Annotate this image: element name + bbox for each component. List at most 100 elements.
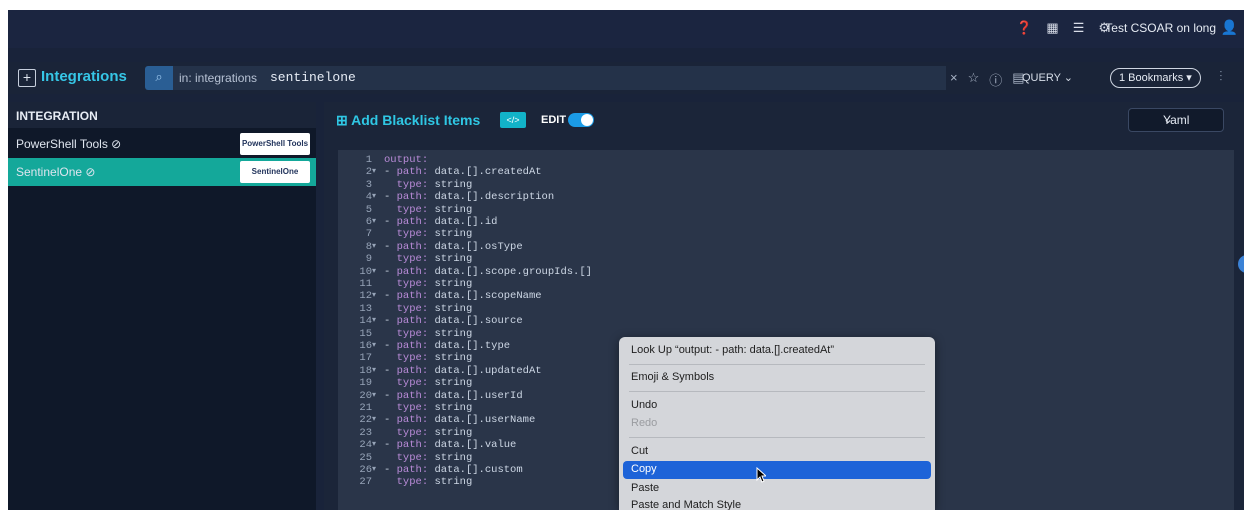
list-dash: - (384, 389, 397, 402)
line-number: 1 (365, 154, 372, 166)
sidebar-item-label: PowerShell Tools ⊘ (16, 137, 122, 151)
edit-toggle[interactable] (568, 113, 594, 127)
fold-arrow-icon[interactable]: ▾ (372, 290, 376, 302)
yaml-colon: : (421, 426, 435, 439)
fold-arrow-icon[interactable]: ▾ (372, 365, 376, 377)
yaml-key: type (396, 278, 422, 290)
list-dash: - (384, 290, 397, 303)
fold-arrow-icon[interactable]: ▾ (372, 166, 376, 178)
yaml-colon: : (421, 340, 435, 352)
clear-icon[interactable]: × (950, 70, 958, 89)
code-text: type: string (384, 328, 473, 340)
yaml-value: string (434, 476, 473, 489)
fold-arrow-icon[interactable]: ▾ (372, 390, 376, 402)
fold-arrow-icon[interactable]: ▾ (372, 439, 376, 451)
menu-separator (629, 364, 925, 365)
code-text: output: (384, 154, 434, 166)
page-title: ⊞ Add Blacklist Items (336, 112, 481, 128)
integration-sidebar: INTEGRATION PowerShell Tools ⊘ PowerShel… (8, 102, 316, 510)
star-icon[interactable]: ☆ (968, 70, 980, 89)
line-number: 4 (365, 191, 372, 204)
code-line: 7 type: string (338, 228, 1218, 240)
yaml-key: type (396, 302, 422, 315)
user-icon[interactable]: 👤 (1221, 19, 1238, 36)
code-line: 11 type: string (338, 278, 1218, 290)
sidebar-item-label: SentinelOne ⊘ (16, 165, 96, 179)
fold-arrow-icon[interactable]: ▾ (372, 216, 376, 228)
yaml-colon: : (421, 278, 435, 290)
fold-arrow-icon[interactable]: ▾ (372, 315, 376, 327)
sidebar-item-sentinelone[interactable]: SentinelOne ⊘ SentinelOne (8, 158, 316, 186)
menu-item-emoji-symbols[interactable]: Emoji & Symbols (623, 369, 931, 387)
fold-arrow-icon[interactable]: ▾ (372, 464, 376, 476)
menu-item-undo[interactable]: Undo (623, 397, 931, 415)
menu-item-paste[interactable]: Paste (623, 480, 931, 498)
yaml-key: path (396, 265, 422, 278)
add-button[interactable]: + (18, 69, 36, 87)
menu-item-paste-match-style[interactable]: Paste and Match Style (623, 497, 931, 510)
code-line: 3 type: string (338, 179, 1218, 191)
sliders-icon[interactable]: ⫶ (1219, 68, 1223, 85)
fold-arrow-icon[interactable]: ▾ (372, 414, 376, 426)
top-bar: ❓ ▦ ☰ ⚙ Test CSOAR on long 👤 (8, 10, 1244, 48)
line-number: 18 (359, 364, 372, 377)
code-view-button[interactable]: </> (500, 112, 526, 128)
fold-arrow-icon[interactable]: ▾ (372, 340, 376, 352)
yaml-colon: : (421, 302, 435, 315)
format-select[interactable]: Yaml ⌄ (1128, 108, 1224, 132)
yaml-key: path (396, 364, 422, 377)
search-query-text[interactable]: sentinelone (270, 70, 356, 85)
list-dash: - (384, 364, 397, 377)
database-icon[interactable]: ☰ (1073, 20, 1085, 36)
fold-arrow-icon[interactable]: ▾ (372, 266, 376, 278)
code-text: type: string (384, 377, 473, 389)
menu-item-copy[interactable]: Copy (623, 461, 931, 479)
line-number: 5 (365, 203, 372, 216)
line-number: 20 (359, 389, 372, 402)
fold-arrow-icon[interactable]: ▾ (372, 241, 376, 253)
user-name[interactable]: Test CSOAR on long (1105, 21, 1216, 35)
code-line: 13 type: string (338, 303, 1218, 315)
check-circle-icon: ⊘ (85, 165, 96, 179)
yaml-value: string (434, 178, 473, 191)
yaml-value: data.[].scope.groupIds.[] (434, 265, 592, 278)
yaml-value: data.[].value (434, 439, 517, 452)
fold-arrow-icon[interactable]: ▾ (372, 191, 376, 203)
code-text: - path: data.[].osType (384, 241, 523, 253)
section-title: Integrations (41, 68, 127, 85)
code-line: 4 ▾ - path: data.[].description (338, 191, 1218, 203)
yaml-key: path (396, 439, 422, 452)
list-dash: - (384, 240, 397, 253)
yaml-colon: : (421, 352, 435, 365)
menu-item-look-up[interactable]: Look Up “output: - path: data.[].created… (623, 342, 931, 360)
code-text: type: string (384, 228, 473, 240)
yaml-colon: : (421, 178, 435, 191)
line-number: 3 (365, 178, 372, 191)
search-icon[interactable]: ⌕ (145, 66, 173, 90)
yaml-value: string (434, 451, 473, 464)
code-text: type: string (384, 402, 473, 414)
code-text: type: string (384, 178, 473, 191)
apps-grid-icon[interactable]: ▦ (1046, 20, 1058, 36)
info-icon[interactable]: ⓘ (989, 70, 1002, 89)
line-number: 23 (359, 426, 372, 439)
menu-separator (629, 391, 925, 392)
menu-item-cut[interactable]: Cut (623, 443, 931, 461)
line-number: 7 (365, 228, 372, 241)
code-line: 6 ▾ - path: data.[].id (338, 216, 1218, 228)
code-text: - path: data.[].scope.groupIds.[] (384, 266, 592, 278)
code-text: - path: data.[].type (384, 340, 510, 352)
help-icon[interactable]: ❓ (1016, 20, 1032, 36)
code-line: 9 type: string (338, 253, 1218, 265)
sidebar-item-powershell-tools[interactable]: PowerShell Tools ⊘ PowerShell Tools (8, 130, 316, 158)
code-line: 10 ▾ - path: data.[].scope.groupIds.[] (338, 266, 1218, 278)
bookmarks-button[interactable]: 1 Bookmarks ▾ (1110, 68, 1201, 88)
yaml-value: data.[].userId (434, 389, 523, 402)
code-text: type: string (384, 204, 473, 216)
query-button[interactable]: QUERY ⌄ (1022, 71, 1073, 84)
list-dash: - (384, 340, 397, 352)
code-text: type: string (384, 302, 473, 315)
line-number: 21 (359, 402, 372, 414)
